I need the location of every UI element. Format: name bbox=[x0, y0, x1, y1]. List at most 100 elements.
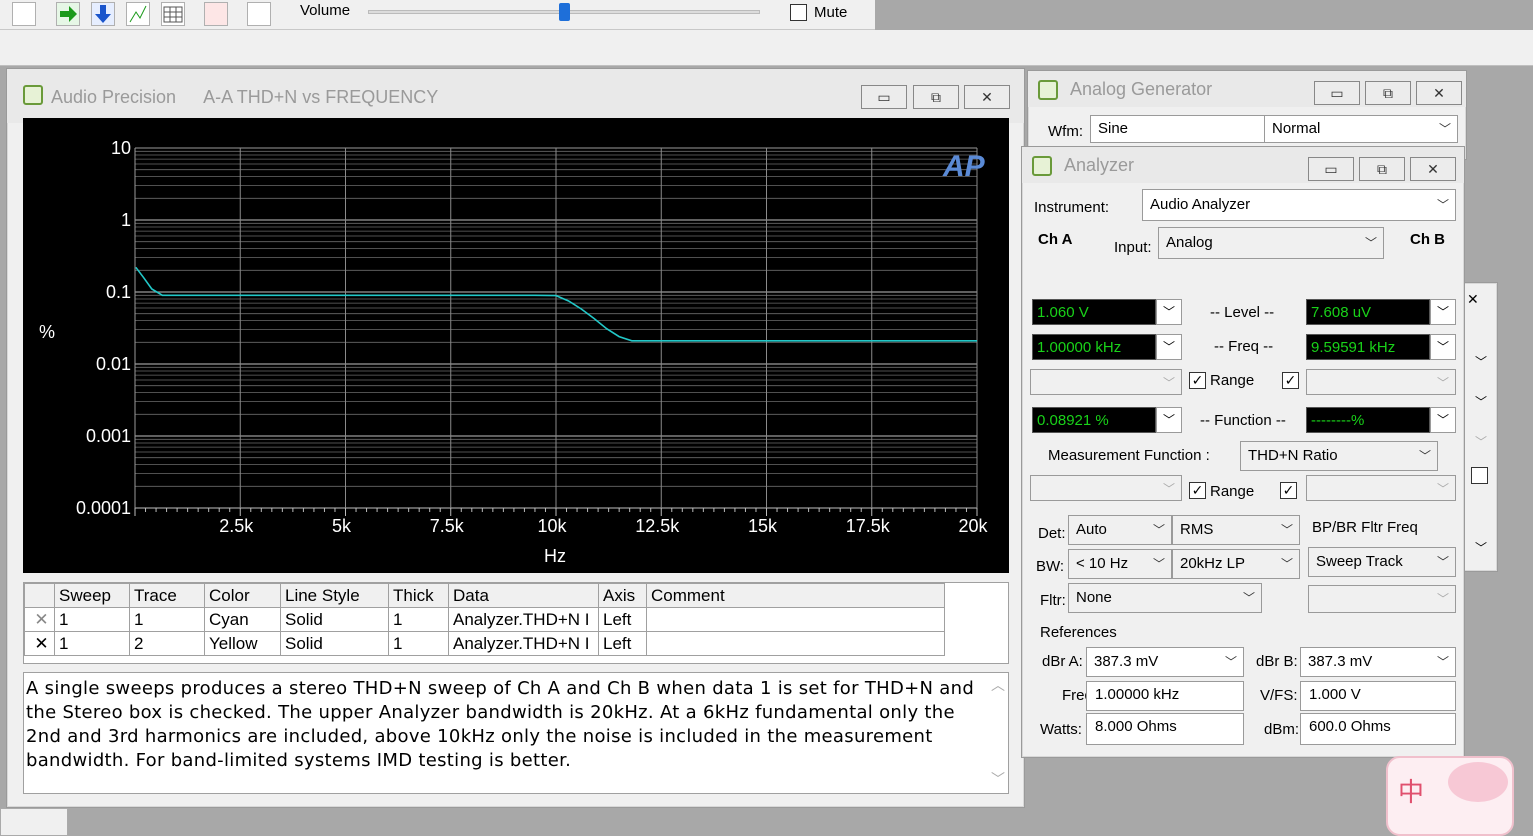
range-a-checkbox[interactable]: ✓ bbox=[1189, 372, 1206, 389]
generator-close-button[interactable]: ✕ bbox=[1416, 81, 1462, 105]
range-a-dropdown[interactable]: ﹀ bbox=[1030, 369, 1182, 395]
row-comment[interactable] bbox=[646, 631, 945, 656]
row-data[interactable]: Analyzer.THD+N I bbox=[448, 607, 599, 632]
chevron-down-icon[interactable]: ﹀ bbox=[1475, 393, 1487, 410]
chevron-down-icon[interactable]: ﹀ bbox=[1475, 433, 1487, 450]
range2-a-checkbox[interactable]: ✓ bbox=[1189, 482, 1206, 499]
det-label: Det: bbox=[1038, 525, 1066, 542]
row-sweep[interactable]: 1 bbox=[54, 631, 130, 656]
detector-mode-dropdown[interactable]: RMS ﹀ bbox=[1172, 515, 1300, 545]
row-trace[interactable]: 1 bbox=[129, 607, 205, 632]
watts-field[interactable]: 8.000 Ohms bbox=[1086, 713, 1244, 745]
dbm-label: dBm: bbox=[1264, 721, 1300, 738]
header-color[interactable]: Color bbox=[204, 583, 281, 608]
header-thick[interactable]: Thick bbox=[388, 583, 449, 608]
row-sweep[interactable]: 1 bbox=[54, 607, 130, 632]
ime-widget[interactable]: 中 bbox=[1386, 756, 1514, 836]
input-dropdown[interactable]: Analog ﹀ bbox=[1158, 227, 1384, 259]
volume-slider-thumb[interactable] bbox=[559, 3, 570, 21]
download-arrow-icon[interactable] bbox=[91, 2, 115, 26]
x-tick-label: 5k bbox=[332, 516, 352, 536]
row-thick[interactable]: 1 bbox=[388, 607, 449, 632]
main-toolbar: Volume Mute bbox=[0, 0, 875, 30]
meter-icon[interactable] bbox=[204, 2, 228, 26]
level-a-units-button[interactable]: ﹀ bbox=[1156, 299, 1182, 325]
row-trace[interactable]: 2 bbox=[129, 631, 205, 656]
generator-maximize-button[interactable]: ⧉ bbox=[1365, 81, 1411, 105]
range-b-checkbox[interactable]: ✓ bbox=[1282, 372, 1299, 389]
scroll-up-icon[interactable]: ︿ bbox=[991, 675, 1005, 695]
generator-mode-dropdown[interactable]: Normal ﹀ bbox=[1264, 115, 1458, 143]
freq-b-units-button[interactable]: ﹀ bbox=[1430, 334, 1456, 360]
background-checkbox[interactable] bbox=[1471, 467, 1488, 484]
header-comment[interactable]: Comment bbox=[646, 583, 945, 608]
instrument-dropdown[interactable]: Audio Analyzer ﹀ bbox=[1142, 189, 1456, 221]
range-label: Range bbox=[1210, 372, 1255, 389]
close-icon[interactable]: ✕ bbox=[1467, 291, 1479, 308]
analyzer-minimize-button[interactable]: ▭ bbox=[1308, 157, 1354, 181]
graph-maximize-button[interactable]: ⧉ bbox=[913, 85, 959, 109]
filter-dropdown[interactable]: None ﹀ bbox=[1068, 583, 1262, 613]
vfs-label: V/FS: bbox=[1260, 687, 1298, 704]
freq-ref-field[interactable]: 1.00000 kHz bbox=[1086, 681, 1244, 711]
analyzer-maximize-button[interactable]: ⧉ bbox=[1359, 157, 1405, 181]
graph-icon[interactable] bbox=[126, 2, 150, 26]
filter-b-dropdown[interactable]: ﹀ bbox=[1308, 585, 1456, 613]
row-thick[interactable]: 1 bbox=[388, 631, 449, 656]
row-comment[interactable] bbox=[646, 607, 945, 632]
graph-minimize-button[interactable]: ▭ bbox=[861, 85, 907, 109]
table-icon[interactable] bbox=[161, 2, 185, 26]
bw-low-dropdown[interactable]: < 10 Hz ﹀ bbox=[1068, 549, 1172, 579]
measurement-function-dropdown[interactable]: THD+N Ratio ﹀ bbox=[1240, 441, 1438, 471]
graph-close-button[interactable]: ✕ bbox=[964, 85, 1010, 109]
row-select-checkbox[interactable]: ✕ bbox=[24, 607, 55, 632]
row-data[interactable]: Analyzer.THD+N I bbox=[448, 631, 599, 656]
detector-dropdown[interactable]: Auto ﹀ bbox=[1068, 515, 1172, 545]
waveform-dropdown[interactable]: Sine﹀ bbox=[1090, 115, 1286, 143]
table-row[interactable]: ✕ 1 1 Cyan Solid 1 Analyzer.THD+N I Left bbox=[24, 607, 945, 632]
chevron-down-icon: ﹀ bbox=[1418, 449, 1431, 463]
row-color[interactable]: Cyan bbox=[204, 607, 281, 632]
header-data[interactable]: Data bbox=[448, 583, 599, 608]
dbra-field[interactable]: 387.3 mV ﹀ bbox=[1086, 647, 1244, 677]
level-b-units-button[interactable]: ﹀ bbox=[1430, 299, 1456, 325]
bpbr-filter-dropdown[interactable]: Sweep Track ﹀ bbox=[1308, 547, 1456, 577]
chevron-down-icon[interactable]: ﹀ bbox=[1475, 353, 1487, 370]
go-arrow-icon[interactable] bbox=[56, 2, 80, 26]
edit-document-icon[interactable] bbox=[247, 2, 271, 26]
header-line-style[interactable]: Line Style bbox=[280, 583, 389, 608]
range2-a-dropdown[interactable]: ﹀ bbox=[1030, 475, 1182, 501]
sweep-graph-icon[interactable] bbox=[12, 2, 36, 26]
header-sweep[interactable]: Sweep bbox=[54, 583, 130, 608]
analyzer-close-button[interactable]: ✕ bbox=[1410, 157, 1456, 181]
header-trace[interactable]: Trace bbox=[129, 583, 205, 608]
scroll-down-icon[interactable]: ﹀ bbox=[991, 769, 1005, 789]
header-axis[interactable]: Axis bbox=[598, 583, 647, 608]
function-a-units-button[interactable]: ﹀ bbox=[1156, 407, 1182, 433]
generator-minimize-button[interactable]: ▭ bbox=[1314, 81, 1360, 105]
graph-window-title: A-A THD+N vs FREQUENCY bbox=[203, 87, 439, 107]
chevron-down-icon: ﹀ bbox=[1436, 376, 1449, 390]
vfs-field[interactable]: 1.000 V bbox=[1300, 681, 1456, 711]
row-axis[interactable]: Left bbox=[598, 631, 647, 656]
dbrb-field[interactable]: 387.3 mV ﹀ bbox=[1300, 647, 1456, 677]
row-axis[interactable]: Left bbox=[598, 607, 647, 632]
table-row[interactable]: ✕ 1 2 Yellow Solid 1 Analyzer.THD+N I Le… bbox=[24, 631, 945, 656]
range2-b-dropdown[interactable]: ﹀ bbox=[1306, 475, 1456, 501]
function-b-units-button[interactable]: ﹀ bbox=[1430, 407, 1456, 433]
row-line-style[interactable]: Solid bbox=[280, 631, 389, 656]
bw-high-dropdown[interactable]: 20kHz LP ﹀ bbox=[1172, 549, 1300, 579]
x-tick-label: 15k bbox=[748, 516, 778, 536]
freq-a-units-button[interactable]: ﹀ bbox=[1156, 334, 1182, 360]
row-select-checkbox[interactable]: ✕ bbox=[24, 631, 55, 656]
x-tick-label: 10k bbox=[537, 516, 567, 536]
row-color[interactable]: Yellow bbox=[204, 631, 281, 656]
dbm-field[interactable]: 600.0 Ohms bbox=[1300, 713, 1456, 745]
input-label: Input: bbox=[1114, 239, 1152, 256]
row-line-style[interactable]: Solid bbox=[280, 607, 389, 632]
graph-description-text[interactable]: A single sweeps produces a stereo THD+N … bbox=[23, 672, 1009, 794]
range-b-dropdown[interactable]: ﹀ bbox=[1306, 369, 1456, 395]
mute-checkbox[interactable] bbox=[790, 4, 807, 21]
range2-b-checkbox[interactable]: ✓ bbox=[1280, 482, 1297, 499]
chevron-down-icon[interactable]: ﹀ bbox=[1475, 539, 1487, 556]
